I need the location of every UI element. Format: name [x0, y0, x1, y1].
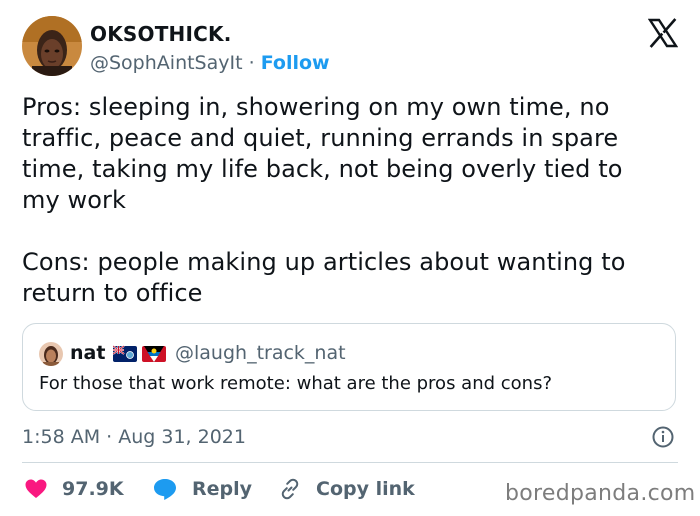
copy-link-button[interactable]: Copy link — [278, 474, 415, 504]
author-handle[interactable]: @SophAintSayIt — [90, 52, 243, 74]
tweet-text: Pros: sleeping in, showering on my own t… — [22, 93, 626, 307]
author-display-name[interactable]: OKSOTHICK. — [90, 22, 330, 46]
antigua-and-barbuda-flag-icon — [142, 346, 166, 362]
info-icon[interactable] — [651, 425, 675, 449]
like-button[interactable]: 97.9K — [24, 474, 124, 504]
quoted-profile-photo-icon — [39, 342, 63, 366]
handle-separator: · — [248, 52, 255, 74]
author-avatar[interactable] — [22, 16, 82, 76]
tweet-timestamp[interactable]: 1:58 AM · Aug 31, 2021 — [22, 424, 246, 450]
follow-button[interactable]: Follow — [261, 52, 330, 74]
falkland-islands-flag-icon — [113, 345, 137, 362]
actions-divider — [22, 462, 678, 463]
flag-emojis — [113, 345, 166, 362]
boredpanda-watermark: boredpanda.com — [505, 481, 696, 506]
heart-icon — [25, 479, 47, 498]
quoted-author-avatar — [39, 342, 63, 366]
tweet-header: OKSOTHICK. @SophAintSayIt · Follow — [22, 16, 678, 78]
x-logo-icon[interactable] — [648, 18, 678, 48]
reply-button[interactable]: Reply — [152, 474, 252, 504]
link-icon — [281, 478, 299, 500]
author-handle-row: @SophAintSayIt · Follow — [90, 50, 330, 76]
reply-bubble-icon — [154, 479, 176, 500]
quoted-author-name: nat — [70, 342, 106, 364]
reply-label: Reply — [192, 478, 253, 500]
quoted-author-handle: @laugh_track_nat — [175, 342, 346, 364]
author-info: OKSOTHICK. @SophAintSayIt · Follow — [90, 22, 330, 76]
quoted-tweet[interactable]: nat @laugh_track_nat For those that work… — [22, 323, 676, 411]
profile-photo-icon — [22, 16, 82, 76]
quoted-tweet-text: For those that work remote: what are the… — [39, 373, 553, 394]
like-count: 97.9K — [62, 478, 124, 500]
copy-link-label: Copy link — [316, 478, 415, 500]
